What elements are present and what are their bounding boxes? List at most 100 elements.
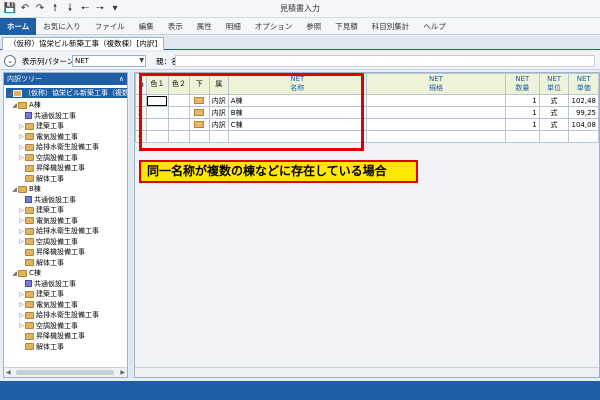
header-qty[interactable]: NET 数量 [505,73,540,95]
tree-item[interactable]: 共通仮設工事 [18,279,76,289]
tree-item[interactable]: ▷ 給排水衛生設備工事 [18,226,99,236]
tree-item[interactable]: 解体工事 [18,174,64,184]
ribbon-tab[interactable]: 下見積 [328,18,365,35]
pin-icon[interactable]: ∧ [119,73,124,85]
expand-arrow-icon[interactable] [18,175,25,182]
tree-item[interactable]: ▷ 給排水衛生設備工事 [18,310,99,320]
expand-arrow-icon[interactable] [18,165,25,172]
expand-arrow-icon[interactable]: ▷ [18,133,25,140]
table-row[interactable]: 1 内訳 A棟 1 式 102,48 [135,94,599,107]
cell-color2[interactable] [167,106,190,119]
expand-arrow-icon[interactable]: ▷ [18,144,25,151]
header-attr[interactable]: 属 [208,73,229,95]
expand-arrow-icon[interactable]: ▷ [18,217,25,224]
cell-spec[interactable] [365,94,507,107]
table-row[interactable]: 2 内訳 B棟 1 式 99,25 [135,106,599,119]
scroll-right-icon[interactable]: ▶ [120,369,125,376]
cell-color1[interactable] [145,130,169,143]
expand-arrow-icon[interactable]: ◢ [6,90,13,97]
header-name[interactable]: NET 名称 [227,73,367,95]
tree-item[interactable]: ◢ A棟 [11,100,41,110]
scroll-left-icon[interactable]: ◀ [6,369,11,376]
cell-unit[interactable]: 式 [538,94,570,107]
ribbon-tab[interactable]: 属性 [190,18,219,35]
expand-arrow-icon[interactable] [18,343,25,350]
document-tab[interactable]: （仮称）協栄ビル新築工事（複数棟）[内訳] [2,37,165,50]
expand-arrow-icon[interactable]: ◢ [11,270,18,277]
tree-item[interactable]: ▷ 給排水衛生設備工事 [18,142,99,152]
tree-item[interactable]: 共通仮設工事 [18,111,76,121]
cell-name[interactable] [227,130,367,143]
cell-price[interactable] [568,130,599,143]
expand-arrow-icon[interactable] [18,333,25,340]
expand-arrow-icon[interactable]: ◢ [11,186,18,193]
cell-unit[interactable]: 式 [538,106,570,119]
header-down[interactable]: 下 [188,73,210,95]
expand-arrow-icon[interactable]: ▷ [18,291,25,298]
cell-color1[interactable] [145,106,169,119]
expand-arrow-icon[interactable]: ▷ [18,123,25,130]
tree-item[interactable]: ▷ 建築工事 [18,289,64,299]
cell-attr[interactable]: 内訳 [208,118,229,131]
expand-arrow-icon[interactable]: ▷ [18,207,25,214]
cell-unit[interactable]: 式 [538,118,570,131]
header-color1[interactable]: 色１ [145,73,169,95]
cell-color2[interactable] [167,130,190,143]
folder-icon[interactable] [194,121,205,128]
ribbon-tab[interactable]: 参照 [299,18,328,35]
cell-down[interactable] [188,94,210,107]
cell-price[interactable]: 99,25 [568,106,599,119]
cell-down[interactable] [188,106,210,119]
header-price[interactable]: NET 単価 [568,73,599,95]
tree-item[interactable]: 昇降機設備工事 [18,331,85,341]
tree-item[interactable]: 昇降機設備工事 [18,247,85,257]
cell-price[interactable]: 104,08 [568,118,599,131]
cell-qty[interactable]: 1 [505,94,540,107]
cell-qty[interactable]: 1 [505,106,540,119]
tree-item[interactable]: 解体工事 [18,342,64,352]
ribbon-tab[interactable]: オプション [248,18,300,35]
expand-arrow-icon[interactable] [18,112,25,119]
ribbon-tab[interactable]: 科目別集計 [365,18,417,35]
table-row[interactable]: 3 内訳 C棟 1 式 104,08 [135,118,599,131]
header-unit[interactable]: NET 単位 [538,73,570,95]
pattern-select[interactable]: NET ▼ [72,55,146,67]
panel-splitter[interactable] [129,72,133,378]
cell-name[interactable]: B棟 [227,106,367,119]
expand-arrow-icon[interactable]: ▷ [18,322,25,329]
expand-toggle-icon[interactable]: ⌄ [4,55,16,67]
cell-color1[interactable] [145,94,169,107]
new-row[interactable]: * [135,130,599,143]
tree-item[interactable]: ▷ 電気設備工事 [18,216,78,226]
ribbon-tab[interactable]: お気に入り [36,18,88,35]
tree-item[interactable]: ◢ （仮称）協栄ビル新築工事（複数棟） [6,88,127,98]
expand-arrow-icon[interactable]: ◢ [11,102,18,109]
expand-arrow-icon[interactable] [18,259,25,266]
ribbon-tab[interactable]: 編集 [132,18,161,35]
tree-scroll-thumb[interactable] [16,370,114,375]
cell-color2[interactable] [167,118,190,131]
cell-name[interactable]: A棟 [227,94,367,107]
expand-arrow-icon[interactable]: ▷ [18,154,25,161]
tree-item[interactable]: ▷ 電気設備工事 [18,132,78,142]
tree-item[interactable]: ◢ B棟 [11,184,41,194]
folder-icon[interactable] [194,109,205,116]
tree-item[interactable]: ◢ C棟 [11,268,41,278]
parent-name-field[interactable] [175,55,595,67]
cell-spec[interactable] [365,106,507,119]
cell-unit[interactable] [538,130,570,143]
tree-item[interactable]: ▷ 空調設備工事 [18,237,78,247]
tree-item[interactable]: ▷ 空調設備工事 [18,321,78,331]
cell-color2[interactable] [167,94,190,107]
cell-attr[interactable]: 内訳 [208,94,229,107]
tree-item[interactable]: ▷ 建築工事 [18,205,64,215]
folder-icon[interactable] [194,97,205,104]
ribbon-tab[interactable]: 明細 [219,18,248,35]
tree-item[interactable]: ▷ 建築工事 [18,121,64,131]
cell-color1[interactable] [145,118,169,131]
cell-down[interactable] [188,130,210,143]
expand-arrow-icon[interactable]: ▷ [18,228,25,235]
cell-qty[interactable] [505,130,540,143]
expand-arrow-icon[interactable]: ▷ [18,238,25,245]
expand-arrow-icon[interactable]: ▷ [18,312,25,319]
